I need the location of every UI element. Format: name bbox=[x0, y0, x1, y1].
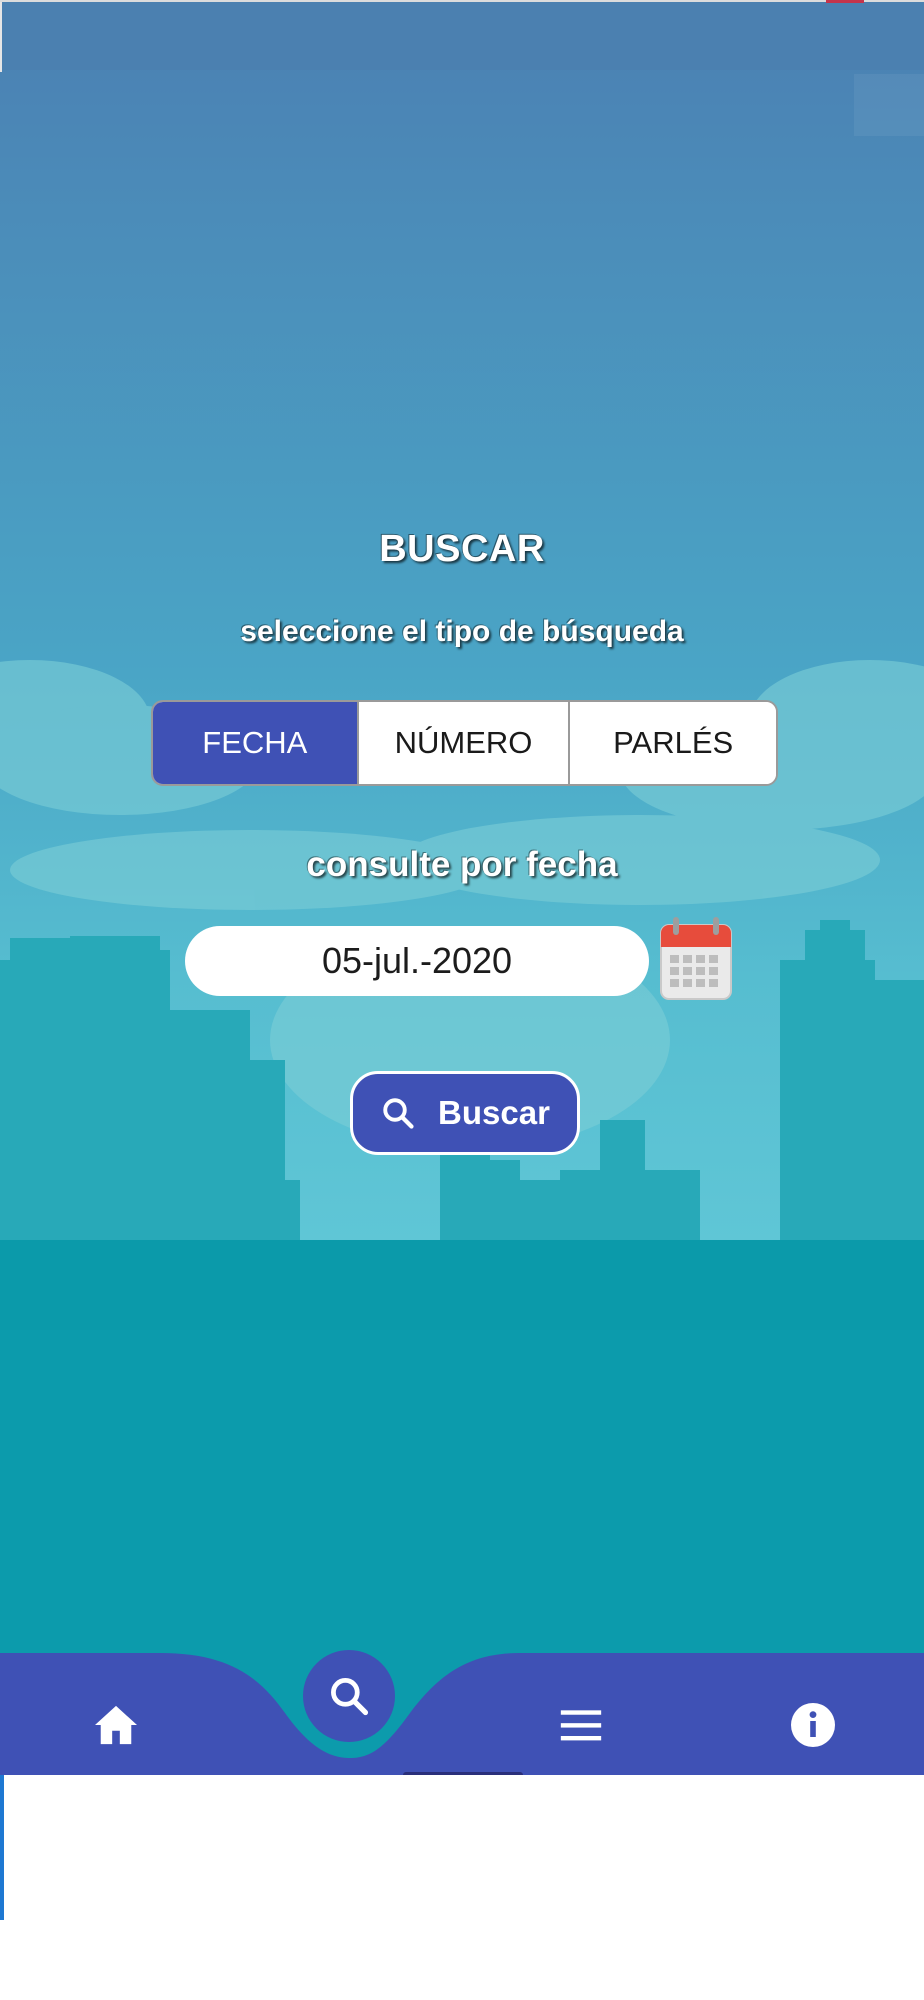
home-icon bbox=[95, 1705, 137, 1745]
nav-search-fab[interactable] bbox=[303, 1650, 395, 1742]
calendar-icon[interactable] bbox=[658, 915, 734, 1001]
search-type-selector: FECHA NÚMERO PARLÉS bbox=[151, 700, 778, 786]
corner-panel bbox=[854, 74, 924, 136]
search-button[interactable]: Buscar bbox=[350, 1071, 580, 1155]
city-background bbox=[0, 660, 924, 1775]
search-button-label: Buscar bbox=[438, 1094, 550, 1131]
page-title: BUSCAR bbox=[379, 528, 545, 570]
home-indicator bbox=[403, 1772, 523, 1775]
nav-menu[interactable] bbox=[545, 1689, 617, 1761]
search-icon bbox=[383, 1098, 414, 1129]
segment-numero[interactable]: NÚMERO bbox=[356, 702, 569, 784]
date-field[interactable]: 05-jul.-2020 bbox=[185, 926, 649, 996]
nav-info[interactable] bbox=[775, 1687, 851, 1763]
segment-parles[interactable]: PARLÉS bbox=[568, 702, 776, 784]
page-subtitle: seleccione el tipo de búsqueda bbox=[240, 615, 684, 648]
bottom-navigation bbox=[0, 1653, 924, 1775]
app-screen: BUSCAR seleccione el tipo de búsqueda FE… bbox=[0, 0, 924, 1775]
window-edge bbox=[0, 1775, 4, 1920]
search-icon bbox=[331, 1678, 369, 1716]
menu-icon bbox=[560, 1710, 602, 1741]
segment-fecha[interactable]: FECHA bbox=[153, 702, 357, 784]
info-icon bbox=[791, 1703, 835, 1747]
status-bar bbox=[0, 0, 924, 72]
date-section-label: consulte por fecha bbox=[306, 845, 618, 884]
nav-home[interactable] bbox=[80, 1689, 152, 1761]
